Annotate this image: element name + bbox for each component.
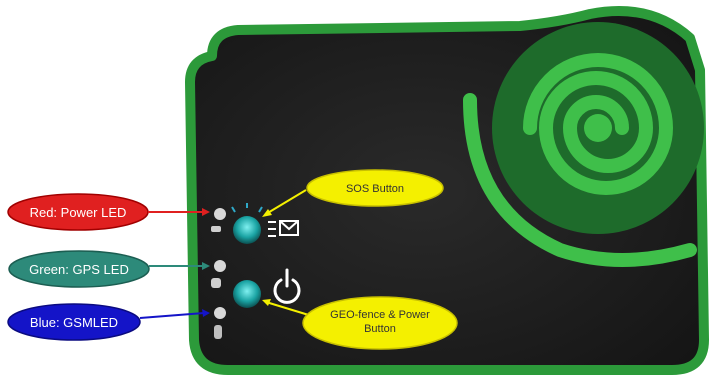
green-gps-led-label: Green: GPS LED [8,250,150,288]
geo-fence-power-button[interactable] [233,280,261,308]
svg-text:Button: Button [364,323,396,335]
power-led-marker [211,226,221,232]
power-led [214,208,226,220]
svg-text:Green: GPS LED: Green: GPS LED [29,262,129,277]
gps-led [214,260,226,272]
blue-gsm-led-label: Blue: GSMLED [7,303,141,341]
svg-text:Blue: GSMLED: Blue: GSMLED [30,315,118,330]
gsm-led-marker [214,325,222,339]
svg-text:SOS Button: SOS Button [346,183,404,195]
svg-text:GEO-fence & Power: GEO-fence & Power [330,309,430,321]
gsm-led [214,307,226,319]
red-power-led-label: Red: Power LED [7,193,149,231]
device-diagram: Red: Power LED Green: GPS LED Blue: GSML… [7,6,709,375]
svg-text:Red: Power LED: Red: Power LED [30,205,127,220]
gps-led-marker [211,278,221,288]
